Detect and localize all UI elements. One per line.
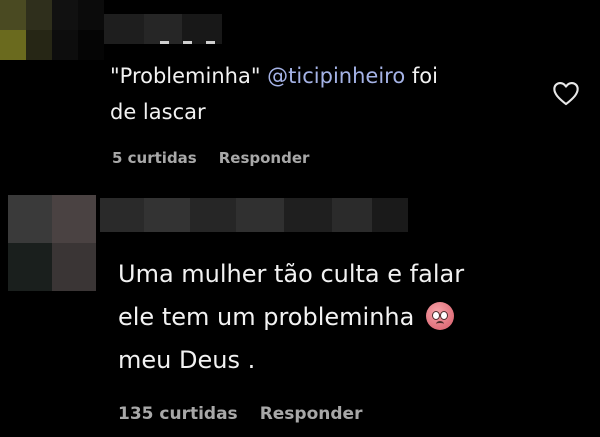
comment-text-end: meu Deus . bbox=[118, 346, 256, 374]
pleading-face-emoji bbox=[425, 302, 454, 330]
comment-text: "Probleminha" @ticipinheiro foi de lasca… bbox=[110, 58, 550, 130]
reply-button[interactable]: Responder bbox=[260, 404, 363, 424]
likes-count[interactable]: 5 curtidas bbox=[112, 149, 197, 167]
comment-actions: 135 curtidas Responder bbox=[118, 404, 362, 424]
avatar[interactable] bbox=[0, 0, 104, 60]
likes-count[interactable]: 135 curtidas bbox=[118, 404, 238, 424]
comment-actions: 5 curtidas Responder bbox=[112, 149, 309, 167]
heart-outline-icon[interactable] bbox=[552, 80, 580, 106]
comment-text-start: Uma mulher tão culta e falar ele tem um … bbox=[118, 260, 465, 331]
comment-item: Uma mulher tão culta e falar ele tem um … bbox=[0, 195, 600, 437]
mention-link[interactable]: @ticipinheiro bbox=[267, 64, 405, 88]
avatar[interactable] bbox=[8, 195, 96, 291]
comment-item: "Probleminha" @ticipinheiro foi de lasca… bbox=[0, 0, 600, 195]
comment-text: Uma mulher tão culta e falar ele tem um … bbox=[118, 253, 568, 382]
comment-quote: "Probleminha" bbox=[110, 64, 268, 88]
reply-button[interactable]: Responder bbox=[219, 149, 310, 167]
username-blurred[interactable] bbox=[104, 14, 222, 44]
username-blurred[interactable] bbox=[100, 198, 408, 232]
username-fragment bbox=[160, 41, 215, 44]
